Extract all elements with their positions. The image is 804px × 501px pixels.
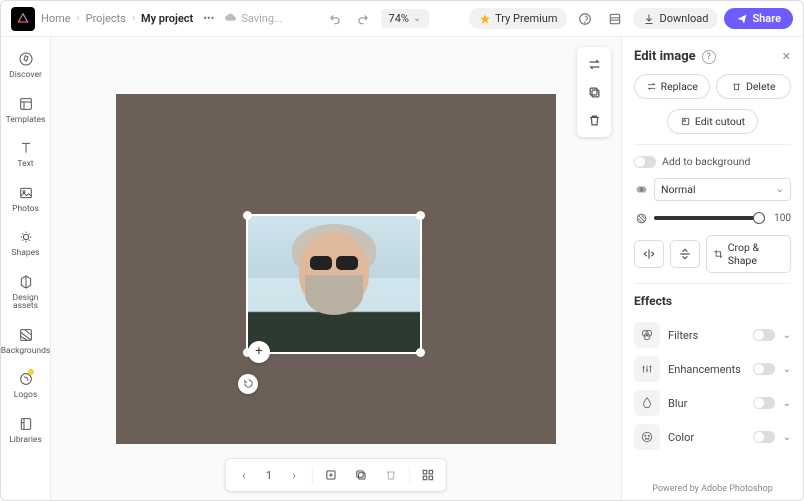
canvas-area[interactable]: + ‹ 1 › (51, 37, 621, 500)
blend-mode-select[interactable]: Normal⌄ (654, 178, 791, 201)
color-icon (634, 424, 660, 450)
effects-title: Effects (634, 294, 791, 308)
grid-button[interactable] (603, 7, 627, 31)
panel-title: Edit image (634, 49, 696, 64)
logos-icon (16, 369, 36, 389)
resize-handle-tl[interactable] (243, 211, 252, 220)
selected-image[interactable]: + (246, 214, 422, 354)
resize-handle-tr[interactable] (416, 211, 425, 220)
nav-photos[interactable]: Photos (3, 177, 49, 220)
add-page[interactable] (319, 463, 343, 487)
breadcrumb-home[interactable]: Home (41, 12, 71, 25)
nav-discover[interactable]: Discover (3, 43, 49, 86)
powered-by: Powered by Adobe Photoshop (634, 480, 791, 494)
main: Discover Templates Text Photos Shapes De… (1, 37, 803, 500)
chevron-down-icon: ⌄ (783, 432, 791, 443)
artboard[interactable]: + (116, 94, 556, 444)
nav-backgrounds[interactable]: Backgrounds (3, 319, 49, 362)
nav-shapes[interactable]: Shapes (3, 221, 49, 264)
close-panel[interactable]: ✕ (782, 50, 791, 63)
duplicate-page[interactable] (349, 463, 373, 487)
topbar: Home › Projects › My project ••• Saving.… (1, 1, 803, 37)
shapes-icon (16, 227, 36, 247)
next-page[interactable]: › (282, 463, 306, 487)
more-menu[interactable]: ••• (199, 12, 218, 25)
enhancements-toggle[interactable] (753, 363, 775, 375)
add-to-background-row: Add to background (634, 155, 791, 168)
page-bar: ‹ 1 › (225, 458, 447, 492)
redo-button[interactable] (351, 7, 375, 31)
saving-label: Saving... (241, 12, 282, 25)
text-icon (16, 138, 36, 158)
add-to-background-label: Add to background (662, 155, 750, 168)
blur-icon (634, 390, 660, 416)
add-to-background-toggle[interactable] (634, 156, 656, 168)
effect-color[interactable]: Color ⌄ (634, 420, 791, 454)
enhancements-icon (634, 356, 660, 382)
undo-button[interactable] (323, 7, 347, 31)
effect-filters[interactable]: Filters ⌄ (634, 318, 791, 352)
swap-button[interactable] (581, 51, 607, 77)
flip-v-button[interactable] (670, 240, 700, 268)
delete-canvas-button[interactable] (581, 107, 607, 133)
breadcrumb-projects[interactable]: Projects (86, 12, 126, 25)
grid-view[interactable] (416, 463, 440, 487)
right-panel: Edit image ? ✕ Replace Delete Edit cutou… (621, 37, 803, 500)
saving-indicator: Saving... (224, 12, 282, 25)
app-logo[interactable] (11, 7, 35, 31)
chevron-down-icon: ⌄ (783, 364, 791, 375)
effect-enhancements[interactable]: Enhancements ⌄ (634, 352, 791, 386)
canvas-toolbar (577, 47, 611, 137)
prev-page[interactable]: ‹ (232, 463, 256, 487)
chevron-down-icon: ⌄ (783, 398, 791, 409)
filters-icon (634, 322, 660, 348)
left-nav: Discover Templates Text Photos Shapes De… (1, 37, 51, 500)
templates-icon (16, 94, 36, 114)
nav-text[interactable]: Text (3, 132, 49, 175)
breadcrumb-current[interactable]: My project (141, 12, 193, 25)
delete-button[interactable]: Delete (716, 74, 792, 99)
nav-logos[interactable]: Logos (3, 363, 49, 406)
add-handle[interactable]: + (248, 341, 270, 363)
rotate-handle[interactable] (238, 374, 258, 394)
delete-page[interactable] (379, 463, 403, 487)
photo-content (248, 216, 420, 352)
assets-icon (16, 272, 36, 292)
chevron-right-icon: › (77, 13, 80, 24)
backgrounds-icon (16, 325, 36, 345)
zoom-level[interactable]: 74%⌄ (381, 9, 430, 28)
edit-cutout-button[interactable]: Edit cutout (667, 109, 758, 134)
blend-icon (634, 183, 648, 197)
slider-knob[interactable] (753, 212, 765, 224)
blur-toggle[interactable] (753, 397, 775, 409)
chevron-down-icon: ⌄ (413, 13, 421, 24)
nav-libraries[interactable]: Libraries (3, 408, 49, 451)
compass-icon (16, 49, 36, 69)
photos-icon (16, 183, 36, 203)
opacity-slider[interactable] (654, 216, 765, 220)
chevron-down-icon: ⌄ (776, 184, 784, 195)
duplicate-button[interactable] (581, 79, 607, 105)
nav-design-assets[interactable]: Design assets (3, 266, 49, 317)
help-icon[interactable]: ? (702, 50, 716, 64)
opacity-value: 100 (771, 213, 791, 224)
chevron-down-icon: ⌄ (783, 330, 791, 341)
replace-button[interactable]: Replace (634, 74, 710, 99)
color-toggle[interactable] (753, 431, 775, 443)
libraries-icon (16, 414, 36, 434)
effect-blur[interactable]: Blur ⌄ (634, 386, 791, 420)
page-number: 1 (262, 469, 276, 482)
download-button[interactable]: Download (633, 8, 718, 29)
share-button[interactable]: Share (724, 8, 793, 29)
flip-h-button[interactable] (634, 240, 664, 268)
panel-header: Edit image ? ✕ (634, 49, 791, 64)
tip-button[interactable] (573, 7, 597, 31)
filters-toggle[interactable] (753, 329, 775, 341)
try-premium-button[interactable]: Try Premium (469, 8, 567, 29)
chevron-right-icon: › (132, 13, 135, 24)
crop-shape-button[interactable]: Crop & Shape (706, 235, 791, 273)
resize-handle-br[interactable] (416, 348, 425, 357)
nav-templates[interactable]: Templates (3, 88, 49, 131)
opacity-icon (634, 211, 648, 225)
